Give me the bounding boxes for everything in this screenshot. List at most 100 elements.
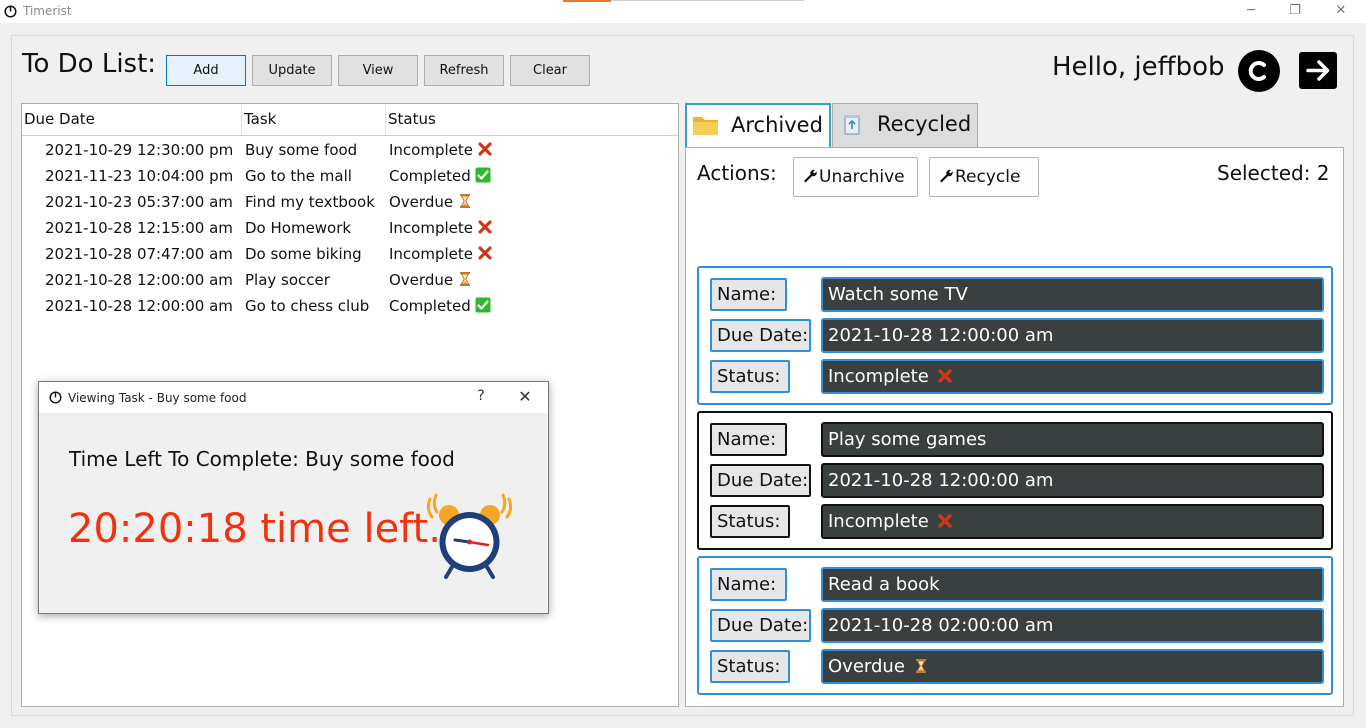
- recycle-button[interactable]: Recycle: [929, 157, 1039, 197]
- task-cell: Buy some food: [245, 141, 358, 159]
- status-value: Overdue: [821, 649, 1324, 684]
- unarchive-button[interactable]: Unarchive: [793, 157, 918, 197]
- refresh-account-icon[interactable]: [1238, 50, 1280, 92]
- name-label: Name:: [710, 568, 787, 601]
- status-value: Incomplete: [821, 359, 1324, 394]
- status-text: Incomplete: [389, 141, 473, 159]
- dialog-close-button[interactable]: ✕: [513, 387, 537, 406]
- due-date-value: 2021-10-28 12:00:00 am: [821, 318, 1324, 353]
- status-cell: Incomplete: [389, 137, 493, 163]
- dialog-help-button[interactable]: ?: [471, 388, 491, 404]
- name-value: Watch some TV: [821, 277, 1324, 312]
- greeting: Hello, jeffbob: [1052, 52, 1225, 82]
- dialog-title-bar: Viewing Task - Buy some food ? ✕: [39, 382, 548, 413]
- tab-archived[interactable]: Archived: [685, 103, 831, 147]
- title-bar: Timerist ─ ❐ ✕: [0, 0, 1366, 23]
- cross-icon: [938, 514, 952, 528]
- status-cell: Incomplete: [389, 215, 493, 241]
- name-value: Play some games: [821, 422, 1324, 457]
- check-icon: [475, 167, 491, 183]
- status-text: Overdue: [828, 656, 905, 677]
- add-button[interactable]: Add: [166, 55, 246, 86]
- due-date-cell: 2021-11-23 10:04:00 pm: [45, 167, 234, 185]
- due-date-cell: 2021-10-28 12:00:00 am: [45, 271, 233, 289]
- table-row[interactable]: 2021-10-28 12:15:00 am Do Homework Incompl…: [22, 215, 678, 241]
- dialog-title: Viewing Task - Buy some food: [68, 391, 247, 405]
- column-status[interactable]: Status: [386, 104, 678, 135]
- minimize-button[interactable]: ─: [1228, 0, 1274, 23]
- task-cell: Go to chess club: [245, 297, 370, 315]
- view-button[interactable]: View: [338, 55, 418, 86]
- time-left-value: 20:20:18 time left.: [68, 506, 441, 552]
- title-accent-line: [611, 0, 804, 1]
- wrench-icon: [940, 169, 953, 183]
- cross-icon: [478, 246, 492, 260]
- due-date-value: 2021-10-28 12:00:00 am: [821, 463, 1324, 498]
- table-row[interactable]: 2021-10-28 12:00:00 am Go to chess club Co…: [22, 293, 678, 319]
- archived-task-card[interactable]: Name: Read a book Due Date: 2021-10-28 02:0…: [697, 556, 1333, 695]
- todo-heading: To Do List:: [22, 49, 157, 79]
- status-text: Incomplete: [828, 366, 929, 387]
- status-text: Incomplete: [389, 245, 473, 263]
- hourglass-icon: [460, 194, 471, 208]
- task-cell: Do Homework: [245, 219, 352, 237]
- tab-recycled-label: Recycled: [877, 112, 972, 136]
- title-accent: [563, 0, 611, 2]
- cross-icon: [478, 220, 492, 234]
- column-due-date[interactable]: Due Date: [22, 104, 242, 135]
- due-date-cell: 2021-10-23 05:37:00 am: [45, 193, 233, 211]
- actions-label: Actions:: [697, 161, 777, 185]
- name-value: Read a book: [821, 567, 1324, 602]
- name-label: Name:: [710, 278, 787, 311]
- check-icon: [475, 297, 491, 313]
- column-task[interactable]: Task: [242, 104, 386, 135]
- due-date-cell: 2021-10-29 12:30:00 pm: [45, 141, 234, 159]
- due-date-label: Due Date:: [710, 609, 811, 642]
- table-row[interactable]: 2021-10-28 12:00:00 am Play soccer Overdue: [22, 267, 678, 293]
- status-text: Incomplete: [389, 219, 473, 237]
- wrench-icon: [804, 169, 817, 183]
- task-cell: Go to the mall: [245, 167, 352, 185]
- time-left-heading: Time Left To Complete: Buy some food: [69, 447, 455, 471]
- name-label: Name:: [710, 423, 787, 456]
- unarchive-label: Unarchive: [819, 167, 905, 187]
- status-value: Incomplete: [821, 504, 1324, 539]
- due-date-label: Due Date:: [710, 464, 811, 497]
- due-date-cell: 2021-10-28 12:00:00 am: [45, 297, 233, 315]
- status-label: Status:: [710, 360, 790, 393]
- status-text: Completed: [389, 167, 471, 185]
- due-date-label: Due Date:: [710, 319, 811, 352]
- table-row[interactable]: 2021-10-29 12:30:00 pm Buy some food Incom…: [22, 137, 678, 163]
- archived-task-card[interactable]: Name: Play some games Due Date: 2021-10-28 …: [697, 411, 1333, 550]
- selected-count: Selected: 2: [1217, 161, 1330, 185]
- refresh-button[interactable]: Refresh: [424, 55, 504, 86]
- due-date-cell: 2021-10-28 12:15:00 am: [45, 219, 233, 237]
- window-title: Timerist: [23, 4, 72, 18]
- table-row[interactable]: 2021-11-23 10:04:00 pm Go to the mall Comp…: [22, 163, 678, 189]
- table-row[interactable]: 2021-10-28 07:47:00 am Do some biking Inco…: [22, 241, 678, 267]
- clear-button[interactable]: Clear: [510, 55, 590, 86]
- cross-icon: [938, 369, 952, 383]
- hourglass-icon: [915, 659, 926, 673]
- status-label: Status:: [710, 650, 790, 683]
- tab-archived-label: Archived: [731, 113, 823, 137]
- status-cell: Overdue: [389, 189, 473, 215]
- update-button[interactable]: Update: [252, 55, 332, 86]
- status-text: Incomplete: [828, 511, 929, 532]
- status-label: Status:: [710, 505, 790, 538]
- table-header: Due Date Task Status: [22, 104, 678, 136]
- archived-task-card[interactable]: Name: Watch some TV Due Date: 2021-10-28 12…: [697, 266, 1333, 405]
- recycle-label: Recycle: [955, 167, 1021, 187]
- logout-button[interactable]: [1299, 52, 1337, 89]
- alarm-clock-icon: [426, 493, 513, 579]
- timer-app-icon: [4, 5, 17, 18]
- folder-icon: [693, 117, 718, 135]
- arrow-right-icon: [1306, 60, 1330, 81]
- status-cell: Incomplete: [389, 241, 493, 267]
- tab-recycled[interactable]: Recycled: [832, 103, 978, 147]
- status-cell: Completed: [389, 163, 491, 189]
- table-row[interactable]: 2021-10-23 05:37:00 am Find my textbook Ov…: [22, 189, 678, 215]
- view-task-dialog[interactable]: Viewing Task - Buy some food ? ✕ Time Le…: [38, 381, 549, 614]
- maximize-button[interactable]: ❐: [1272, 0, 1318, 23]
- close-button[interactable]: ✕: [1318, 0, 1364, 23]
